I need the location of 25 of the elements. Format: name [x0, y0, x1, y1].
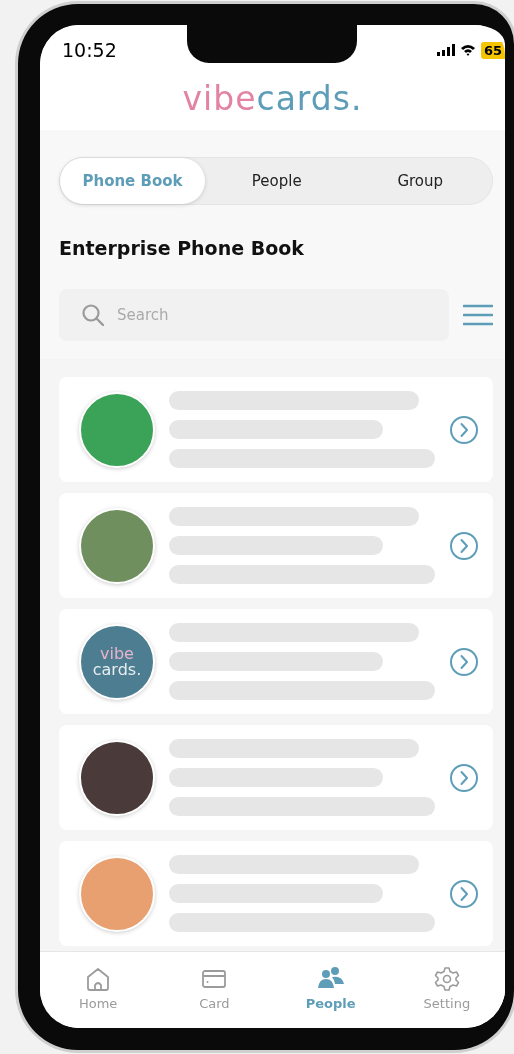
wifi-icon — [459, 44, 476, 56]
chevron-circle-icon[interactable] — [449, 878, 479, 909]
avatar-logo: vibe cards. — [79, 623, 155, 700]
chevron-circle-icon[interactable] — [449, 414, 479, 445]
nav-tab[interactable]: Card — [156, 952, 273, 1024]
app-logo: vibecards. — [181, 78, 364, 120]
nav-tab[interactable]: Home — [40, 952, 157, 1024]
segment-tab[interactable]: Phone Book — [60, 158, 205, 204]
settings-icon — [433, 965, 460, 992]
nav-tab[interactable]: People — [272, 952, 389, 1024]
contact-card[interactable]: vibe cards. — [59, 609, 493, 714]
menu-icon[interactable] — [463, 304, 493, 326]
contact-card[interactable] — [59, 725, 493, 830]
nav-tab[interactable]: Setting — [388, 952, 505, 1024]
segment-tab[interactable]: People — [205, 158, 349, 204]
status-time: 10:52 — [62, 39, 117, 61]
search-field[interactable]: Search — [59, 289, 449, 341]
battery-level: 65 — [480, 41, 505, 59]
section-heading: Enterprise Phone Book — [59, 237, 305, 259]
segment-tab[interactable]: Group — [348, 158, 492, 204]
chevron-circle-icon[interactable] — [449, 646, 479, 677]
home-icon — [85, 965, 112, 992]
signal-icon — [436, 44, 455, 56]
chevron-circle-icon[interactable] — [449, 530, 479, 561]
chevron-circle-icon[interactable] — [449, 762, 479, 793]
